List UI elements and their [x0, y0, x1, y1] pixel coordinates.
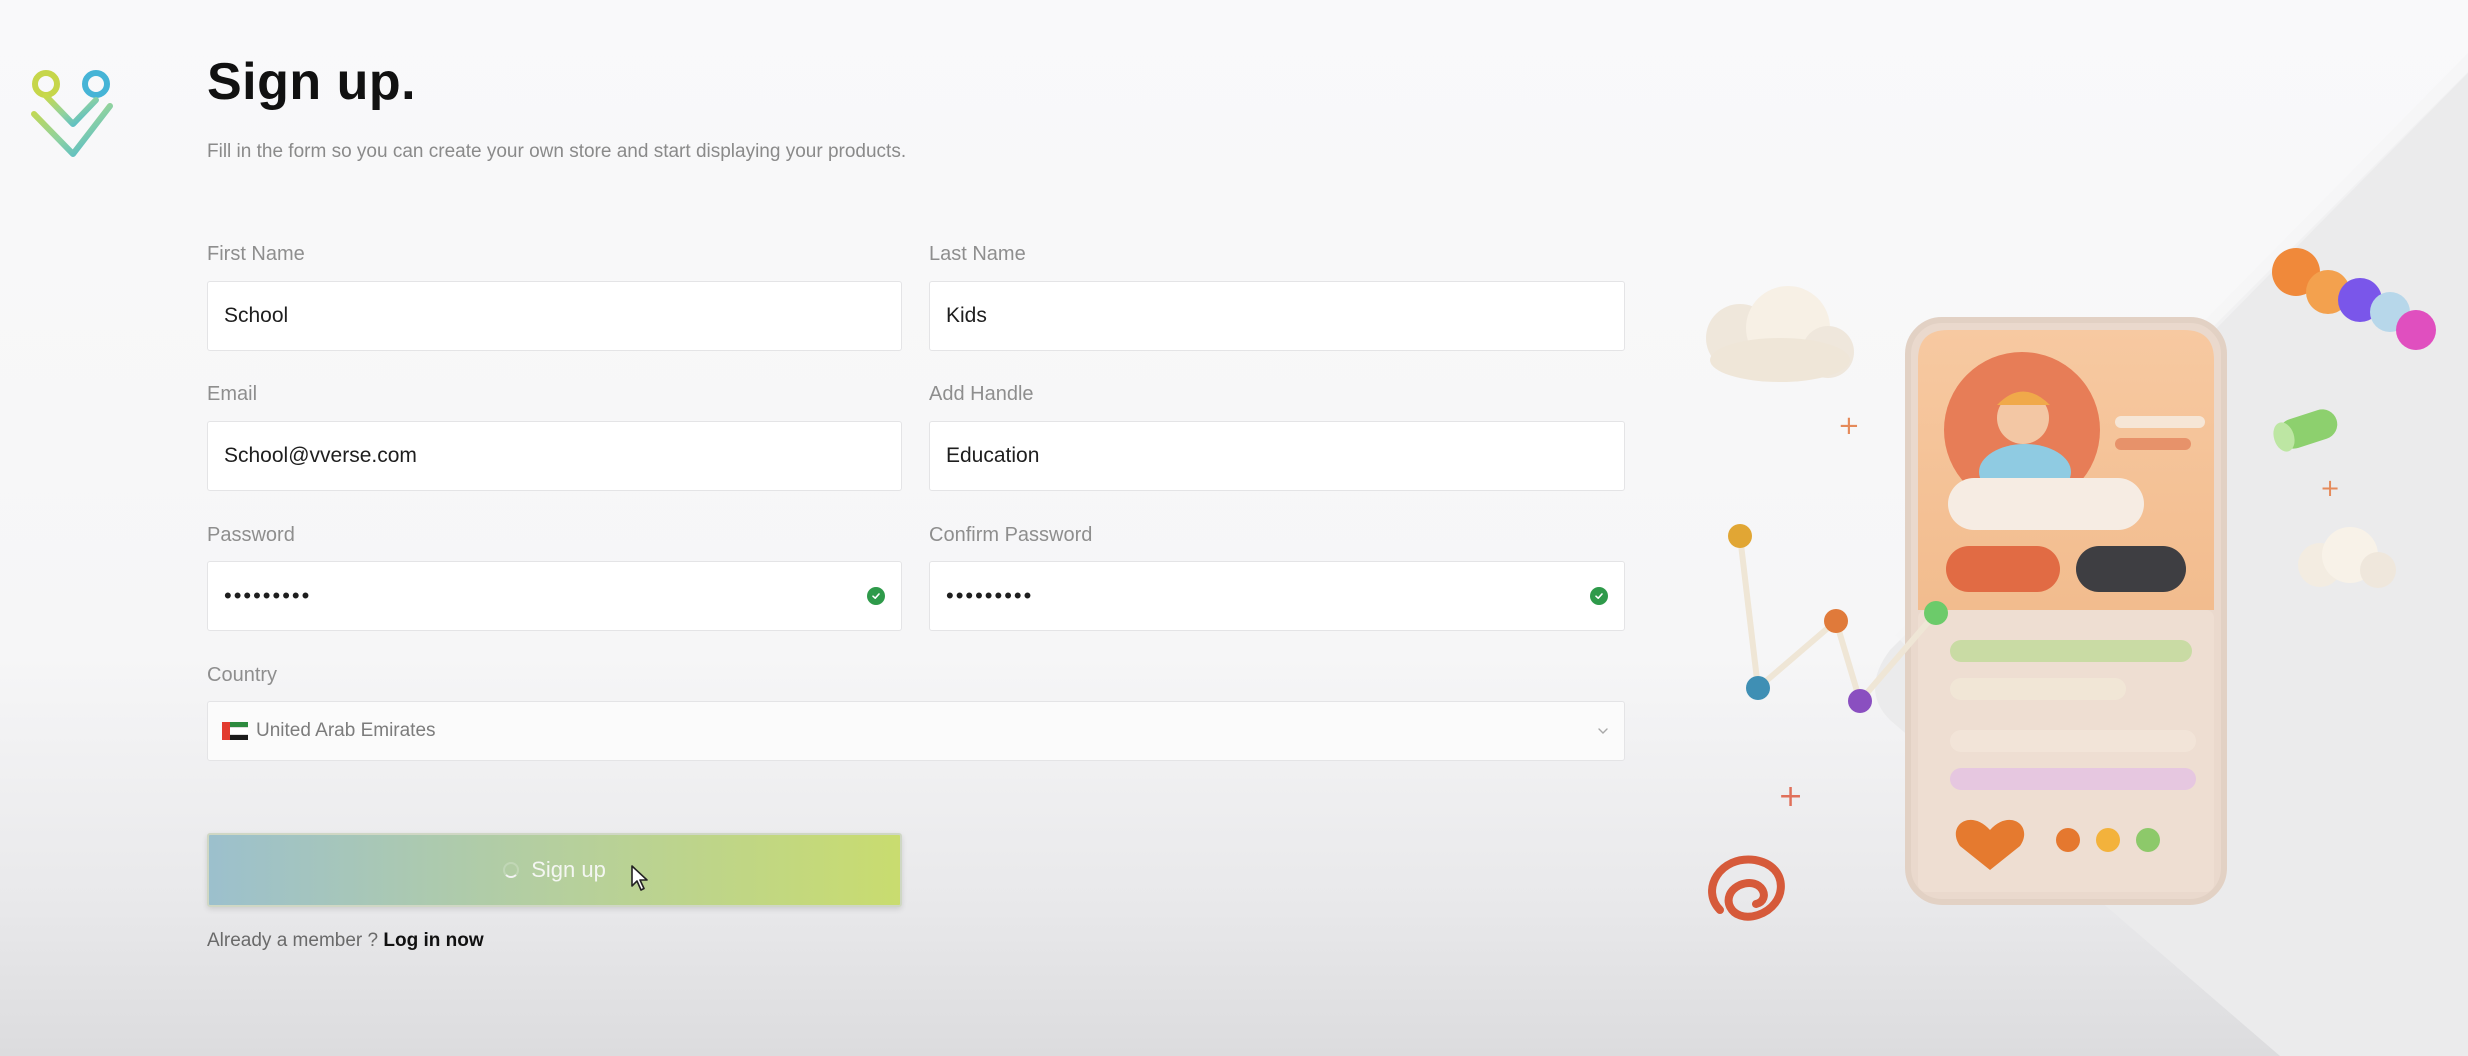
email-input[interactable]	[224, 444, 885, 468]
spinner-icon	[503, 862, 520, 878]
uae-flag-icon	[222, 722, 248, 740]
handle-input[interactable]	[946, 444, 1608, 468]
cloud-icon	[1706, 286, 1854, 382]
first-name-input[interactable]	[224, 304, 885, 328]
spiral-icon	[1708, 855, 1785, 921]
signup-button[interactable]: Sign up	[207, 833, 902, 907]
password-input[interactable]	[224, 583, 867, 609]
login-link[interactable]: Log in now	[383, 930, 483, 951]
country-selected-value: United Arab Emirates	[256, 720, 436, 741]
signup-button-label: Sign up	[531, 857, 606, 882]
svg-text:+: +	[2320, 474, 2340, 502]
country-label: Country	[207, 664, 278, 686]
email-label: Email	[207, 383, 258, 405]
login-prompt: Already a member ? Log in now	[207, 930, 484, 952]
password-label: Password	[207, 524, 295, 546]
password-field-wrapper	[207, 561, 902, 631]
confirm-password-field-wrapper	[929, 561, 1625, 631]
confirm-password-label: Confirm Password	[929, 524, 1093, 546]
handle-label: Add Handle	[929, 383, 1034, 405]
already-member-text: Already a member ?	[207, 930, 379, 951]
mouse-cursor-icon	[631, 865, 648, 891]
first-name-field-wrapper	[207, 281, 902, 351]
first-name-label: First Name	[207, 243, 305, 265]
email-field-wrapper	[207, 421, 902, 491]
svg-text:+: +	[1778, 779, 1803, 814]
last-name-input[interactable]	[946, 304, 1608, 328]
check-circle-icon	[1590, 587, 1608, 605]
confirm-password-input[interactable]	[946, 583, 1590, 609]
svg-text:+: +	[1838, 411, 1860, 441]
handle-field-wrapper	[929, 421, 1625, 491]
last-name-field-wrapper	[929, 281, 1625, 351]
phone-illustration: + + +	[1706, 52, 2468, 1056]
chevron-down-icon[interactable]	[1596, 724, 1610, 738]
page-subtitle: Fill in the form so you can create your …	[207, 141, 907, 162]
last-name-label: Last Name	[929, 243, 1026, 265]
country-select[interactable]: United Arab Emirates	[207, 701, 1625, 761]
check-circle-icon	[867, 587, 885, 605]
page-title: Sign up.	[207, 53, 417, 111]
vverse-logo-icon	[31, 70, 113, 157]
